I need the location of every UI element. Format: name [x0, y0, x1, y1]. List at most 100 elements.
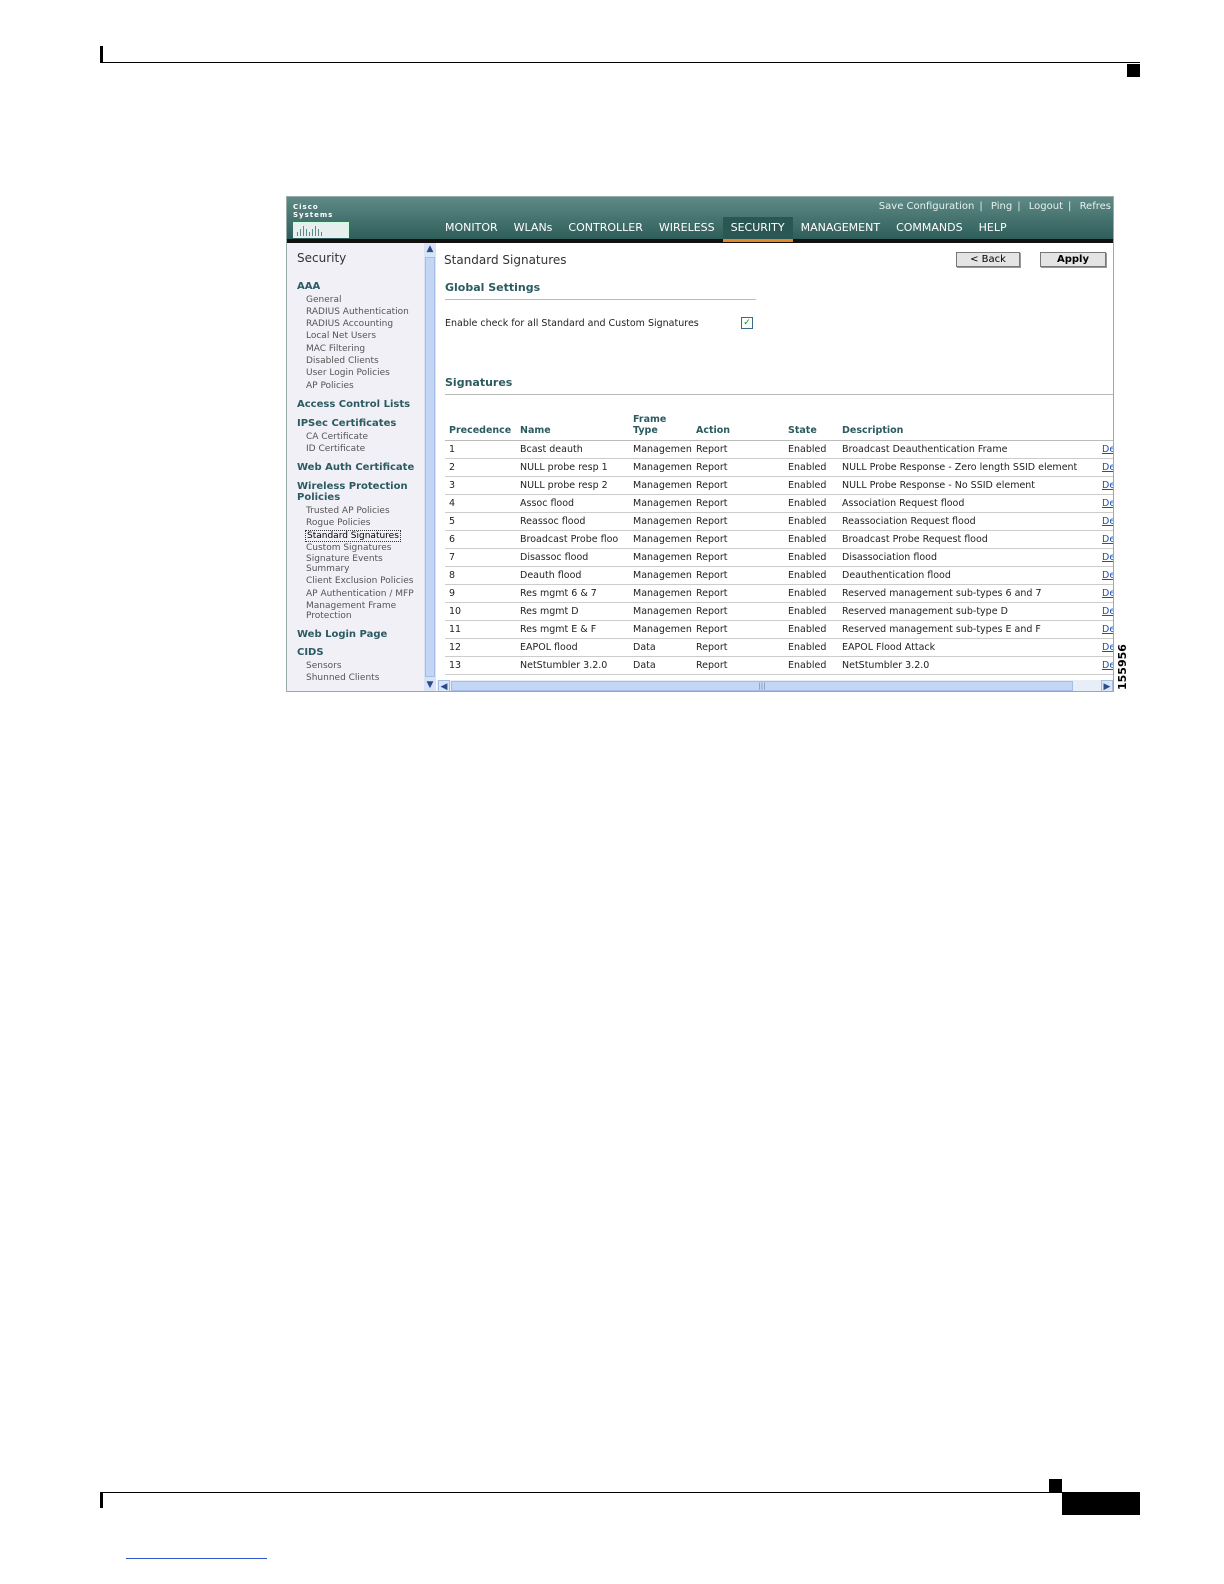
- page-header-square: [1127, 64, 1140, 77]
- cell-detail-link[interactable]: De: [1098, 512, 1113, 531]
- cell-state: Enabled: [784, 494, 838, 513]
- menu-commands[interactable]: COMMANDS: [888, 217, 971, 239]
- sidebar-item-rogue-policies[interactable]: Rogue Policies: [306, 518, 370, 528]
- cell-precedence: 3: [445, 476, 516, 495]
- cell-detail-link[interactable]: De: [1098, 476, 1113, 495]
- logout-link[interactable]: Logout: [1029, 201, 1063, 212]
- cell-detail-link[interactable]: De: [1098, 458, 1113, 477]
- cell-state: Enabled: [784, 656, 838, 675]
- page-footer-square: [1049, 1479, 1062, 1492]
- save-configuration-link[interactable]: Save Configuration: [879, 201, 975, 212]
- cell-detail-link[interactable]: De: [1098, 548, 1113, 567]
- cell-name: NetStumbler 3.2.0: [516, 656, 629, 675]
- cell-detail-link[interactable]: De: [1098, 494, 1113, 513]
- table-row: 5 Reassoc flood Managemen Report Enabled Reas…: [445, 512, 1113, 531]
- scroll-down-icon[interactable]: ▼: [424, 679, 436, 691]
- sidebar-item-local-net-users[interactable]: Local Net Users: [306, 331, 376, 341]
- apply-button[interactable]: Apply: [1040, 252, 1106, 267]
- cell-detail-link[interactable]: De: [1098, 566, 1113, 585]
- cell-description: Broadcast Deauthentication Frame: [838, 440, 1098, 459]
- sidebar-title: Security: [297, 251, 347, 265]
- menu-help[interactable]: HELP: [971, 217, 1015, 239]
- sidebar-aaa[interactable]: AAA: [297, 281, 320, 292]
- menu-wlans[interactable]: WLANs: [506, 217, 561, 239]
- scroll-right-icon[interactable]: ▶: [1101, 680, 1113, 691]
- back-button[interactable]: < Back: [956, 252, 1020, 267]
- col-link: [1098, 408, 1113, 441]
- sidebar-web-auth-certificate[interactable]: Web Auth Certificate: [297, 462, 414, 473]
- col-name[interactable]: Name: [516, 408, 629, 441]
- cell-action: Report: [692, 440, 784, 459]
- col-description[interactable]: Description: [838, 408, 1098, 441]
- cell-detail-link[interactable]: De: [1098, 584, 1113, 603]
- sidebar-item-client-exclusion-policies[interactable]: Client Exclusion Policies: [306, 576, 413, 586]
- sidebar-scrollbar[interactable]: ▲ ▼: [424, 243, 436, 691]
- cell-precedence: 1: [445, 440, 516, 459]
- sidebar-item-ap-policies[interactable]: AP Policies: [306, 381, 354, 391]
- ping-link[interactable]: Ping: [991, 201, 1012, 212]
- cell-detail-link[interactable]: De: [1098, 638, 1113, 657]
- sidebar-item-management-frame-protection[interactable]: Management Frame Protection: [306, 601, 406, 621]
- scroll-left-icon[interactable]: ◀: [438, 680, 450, 691]
- sidebar-item-custom-signatures[interactable]: Custom Signatures: [306, 543, 391, 553]
- cell-name: Broadcast Probe floo: [516, 530, 629, 549]
- cell-detail-link[interactable]: De: [1098, 530, 1113, 549]
- col-frame-type[interactable]: Frame Type: [629, 408, 692, 441]
- cell-detail-link[interactable]: De: [1098, 620, 1113, 639]
- sidebar-wireless-protection-policies[interactable]: Wireless Protection Policies: [297, 481, 417, 503]
- horizontal-scroll-thumb[interactable]: |||: [451, 681, 1073, 691]
- sidebar-item-ap-authentication-mfp[interactable]: AP Authentication / MFP: [306, 589, 414, 599]
- table-row: 7 Disassoc flood Managemen Report Enabled Dis…: [445, 548, 1113, 567]
- top-banner: Cisco Systems Save Configuration | Ping | …: [287, 197, 1113, 243]
- menu-security[interactable]: SECURITY: [722, 217, 793, 242]
- cell-state: Enabled: [784, 584, 838, 603]
- sidebar-item-mac-filtering[interactable]: MAC Filtering: [306, 344, 365, 354]
- footer-link[interactable]: [126, 1558, 267, 1559]
- sidebar-item-id-certificate[interactable]: ID Certificate: [306, 444, 365, 454]
- cell-description: Reserved management sub-types 6 and 7: [838, 584, 1098, 603]
- cell-detail-link[interactable]: De: [1098, 440, 1113, 459]
- table-horizontal-scrollbar[interactable]: ◀ ||| ▶: [437, 680, 1113, 691]
- menu-controller[interactable]: CONTROLLER: [560, 217, 650, 239]
- cell-action: Report: [692, 530, 784, 549]
- enable-check-label: Enable check for all Standard and Custom…: [445, 318, 699, 329]
- sidebar-item-disabled-clients[interactable]: Disabled Clients: [306, 356, 379, 366]
- scroll-thumb[interactable]: [425, 257, 435, 677]
- table-row: 2 NULL probe resp 1 Managemen Report Enabled…: [445, 458, 1113, 477]
- sidebar-item-radius-accounting[interactable]: RADIUS Accounting: [306, 319, 393, 329]
- sidebar-item-radius-authentication[interactable]: RADIUS Authentication: [306, 307, 409, 317]
- sidebar-web-login-page[interactable]: Web Login Page: [297, 629, 387, 640]
- sidebar-access-control-lists[interactable]: Access Control Lists: [297, 399, 410, 410]
- sidebar-item-ca-certificate[interactable]: CA Certificate: [306, 432, 368, 442]
- menu-management[interactable]: MANAGEMENT: [793, 217, 888, 239]
- cell-detail-link[interactable]: De: [1098, 602, 1113, 621]
- cell-detail-link[interactable]: De: [1098, 656, 1113, 675]
- sidebar-item-sensors[interactable]: Sensors: [306, 661, 342, 671]
- sidebar-item-user-login-policies[interactable]: User Login Policies: [306, 368, 390, 378]
- global-settings-rule: [445, 299, 756, 300]
- sidebar-ipsec-certificates[interactable]: IPSec Certificates: [297, 418, 396, 429]
- cell-name: EAPOL flood: [516, 638, 629, 657]
- col-precedence[interactable]: Precedence: [445, 408, 516, 441]
- menu-wireless[interactable]: WIRELESS: [651, 217, 723, 239]
- cell-frame-type: Managemen: [629, 512, 692, 531]
- sidebar-cids[interactable]: CIDS: [297, 647, 324, 658]
- scroll-up-icon[interactable]: ▲: [424, 243, 436, 255]
- cell-state: Enabled: [784, 458, 838, 477]
- enable-check-checkbox[interactable]: ✓: [741, 317, 753, 329]
- sidebar-item-standard-signatures[interactable]: Standard Signatures: [305, 530, 401, 542]
- cell-action: Report: [692, 656, 784, 675]
- col-action[interactable]: Action: [692, 408, 784, 441]
- cell-state: Enabled: [784, 512, 838, 531]
- cell-state: Enabled: [784, 530, 838, 549]
- cell-description: Reserved management sub-types E and F: [838, 620, 1098, 639]
- col-state[interactable]: State: [784, 408, 838, 441]
- sidebar-item-trusted-ap-policies[interactable]: Trusted AP Policies: [306, 506, 390, 516]
- menu-monitor[interactable]: MONITOR: [437, 217, 506, 239]
- sidebar-item-shunned-clients[interactable]: Shunned Clients: [306, 673, 379, 683]
- cell-action: Report: [692, 566, 784, 585]
- sidebar-item-general[interactable]: General: [306, 295, 341, 305]
- cell-frame-type: Managemen: [629, 620, 692, 639]
- sidebar-item-signature-events-summary[interactable]: Signature Events Summary: [306, 554, 396, 574]
- refresh-link[interactable]: Refres: [1080, 201, 1111, 212]
